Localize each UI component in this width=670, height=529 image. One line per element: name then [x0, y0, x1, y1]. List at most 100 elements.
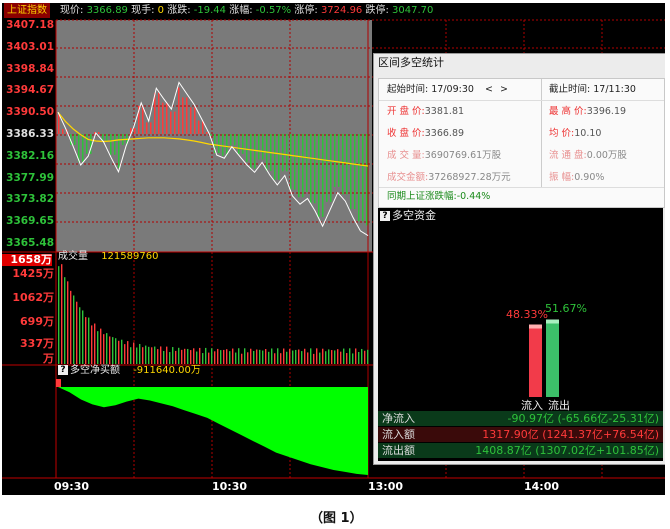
momentum-bar: [86, 134, 88, 154]
volume-bar: [235, 352, 237, 364]
volume-bar: [175, 350, 177, 364]
start-time-value[interactable]: 17/09:30: [431, 84, 474, 95]
momentum-bar: [242, 134, 244, 154]
momentum-bar: [318, 134, 320, 217]
volume-bar: [352, 353, 354, 364]
momentum-bar: [230, 134, 232, 146]
volume-bar: [232, 348, 234, 364]
momentum-bar: [322, 134, 324, 217]
momentum-bar: [98, 132, 100, 134]
volume-bar: [67, 281, 69, 364]
volume-bar: [88, 317, 90, 364]
volume-bar: [139, 343, 141, 364]
volume-bar: [226, 349, 228, 364]
volume-bar: [187, 348, 189, 364]
momentum-bar: [182, 97, 184, 134]
price-tick-label: 3394.67: [6, 84, 54, 97]
volume-bar: [301, 351, 303, 364]
volume-bar: [157, 349, 159, 364]
help-icon[interactable]: ?: [58, 365, 68, 375]
momentum-bar: [342, 134, 344, 195]
momentum-bar: [362, 134, 364, 222]
net-inflow-value: -90.97亿 (-65.66亿-25.31亿): [507, 412, 659, 425]
volume-bar: [304, 348, 306, 364]
volume-bar: [103, 334, 105, 364]
price-tick-label: 3390.50: [6, 106, 54, 119]
momentum-bar: [146, 122, 148, 134]
momentum-bar: [298, 134, 300, 198]
momentum-bar: [314, 134, 316, 204]
volume-bar: [358, 352, 360, 364]
volume-bar: [328, 349, 330, 364]
time-label-1300: 13:00: [368, 480, 404, 493]
price-tick-label: 3369.65: [6, 215, 54, 228]
volume-bar: [283, 348, 285, 364]
volume-bar: [367, 349, 369, 364]
volume-bar: [316, 348, 318, 364]
volume-bar: [142, 347, 144, 364]
net-buy-panel-title: ? 多空净买额 -911640.00万: [58, 365, 201, 377]
momentum-bar: [282, 134, 284, 172]
volume-bar: [259, 349, 261, 364]
momentum-bar: [258, 134, 260, 160]
time-label-1400: 14:00: [524, 480, 560, 493]
figure-caption: （图 1）: [310, 511, 363, 526]
dialog-title[interactable]: 区间多空统计: [374, 54, 665, 72]
momentum-bar: [278, 134, 280, 180]
momentum-bar: [150, 122, 152, 134]
volume-bar: [100, 328, 102, 364]
volume-bar: [109, 336, 111, 364]
volume-bar: [79, 307, 81, 364]
volume-bar: [130, 347, 132, 364]
next-arrow-icon[interactable]: >: [500, 84, 508, 95]
volume-bar: [85, 317, 87, 364]
volume-bar: [199, 347, 201, 364]
price-tick-label: 3382.16: [6, 149, 54, 162]
volume-bar: [268, 351, 270, 364]
end-time-value[interactable]: 17/11:30: [593, 84, 636, 95]
range-stats-dialog[interactable]: 区间多空统计 起始时间: 17/09:30 < > 截止时间: 17/11:30…: [373, 53, 665, 465]
volume-tick-label: 1425万: [12, 267, 54, 280]
volume-label: 成 交 量:: [387, 150, 425, 161]
open-price-value: 3381.81: [424, 106, 465, 117]
volume-bar: [163, 350, 165, 364]
volume-bar: [211, 348, 213, 364]
inflow-bar: [529, 324, 542, 397]
volume-bar: [262, 350, 264, 364]
float-value: 0.00万股: [586, 150, 627, 161]
volume-bar: [61, 264, 63, 364]
momentum-bar: [330, 134, 332, 202]
volume-tick-label: 1658万: [2, 254, 52, 266]
amount-label: 成交金额:: [387, 172, 429, 183]
volume-bar: [337, 349, 339, 364]
amount-value: 37268927.28万元: [428, 172, 511, 183]
volume-bar: [106, 333, 108, 364]
avg-price-label: 均 价:: [549, 128, 575, 139]
open-price-label: 开 盘 价:: [387, 106, 425, 117]
momentum-bar: [290, 134, 292, 190]
volume-bar: [118, 340, 120, 364]
volume-value: 121589760: [101, 251, 159, 262]
momentum-bar: [118, 134, 120, 169]
fund-flow-panel: ? 多空资金 48.33% 51.67% 流入 流出 净流入 -90.97亿 (-…: [378, 208, 663, 461]
volume-bar: [265, 348, 267, 364]
prev-arrow-icon[interactable]: <: [485, 84, 493, 95]
momentum-bar: [350, 134, 352, 209]
volume-bar: [70, 290, 72, 364]
volume-bar: [220, 350, 222, 364]
volume-bar: [298, 349, 300, 364]
inflow-pct: 48.33%: [506, 308, 548, 321]
stats-panel: 起始时间: 17/09:30 < > 截止时间: 17/11:30 开 盘 价:…: [378, 78, 665, 208]
momentum-bar: [326, 134, 328, 202]
momentum-bar: [114, 134, 116, 155]
momentum-bar: [226, 134, 228, 156]
time-label-0930: 09:30: [54, 480, 90, 493]
momentum-bar: [254, 134, 256, 169]
outflow-bar: [546, 319, 559, 397]
momentum-bar: [62, 128, 64, 134]
outflow-amount-row: 流出额 1408.87亿 (1307.02亿+101.85亿): [378, 443, 663, 458]
momentum-bar: [178, 87, 180, 134]
momentum-bar: [346, 134, 348, 195]
momentum-bar: [234, 134, 236, 146]
momentum-bar: [238, 134, 240, 154]
